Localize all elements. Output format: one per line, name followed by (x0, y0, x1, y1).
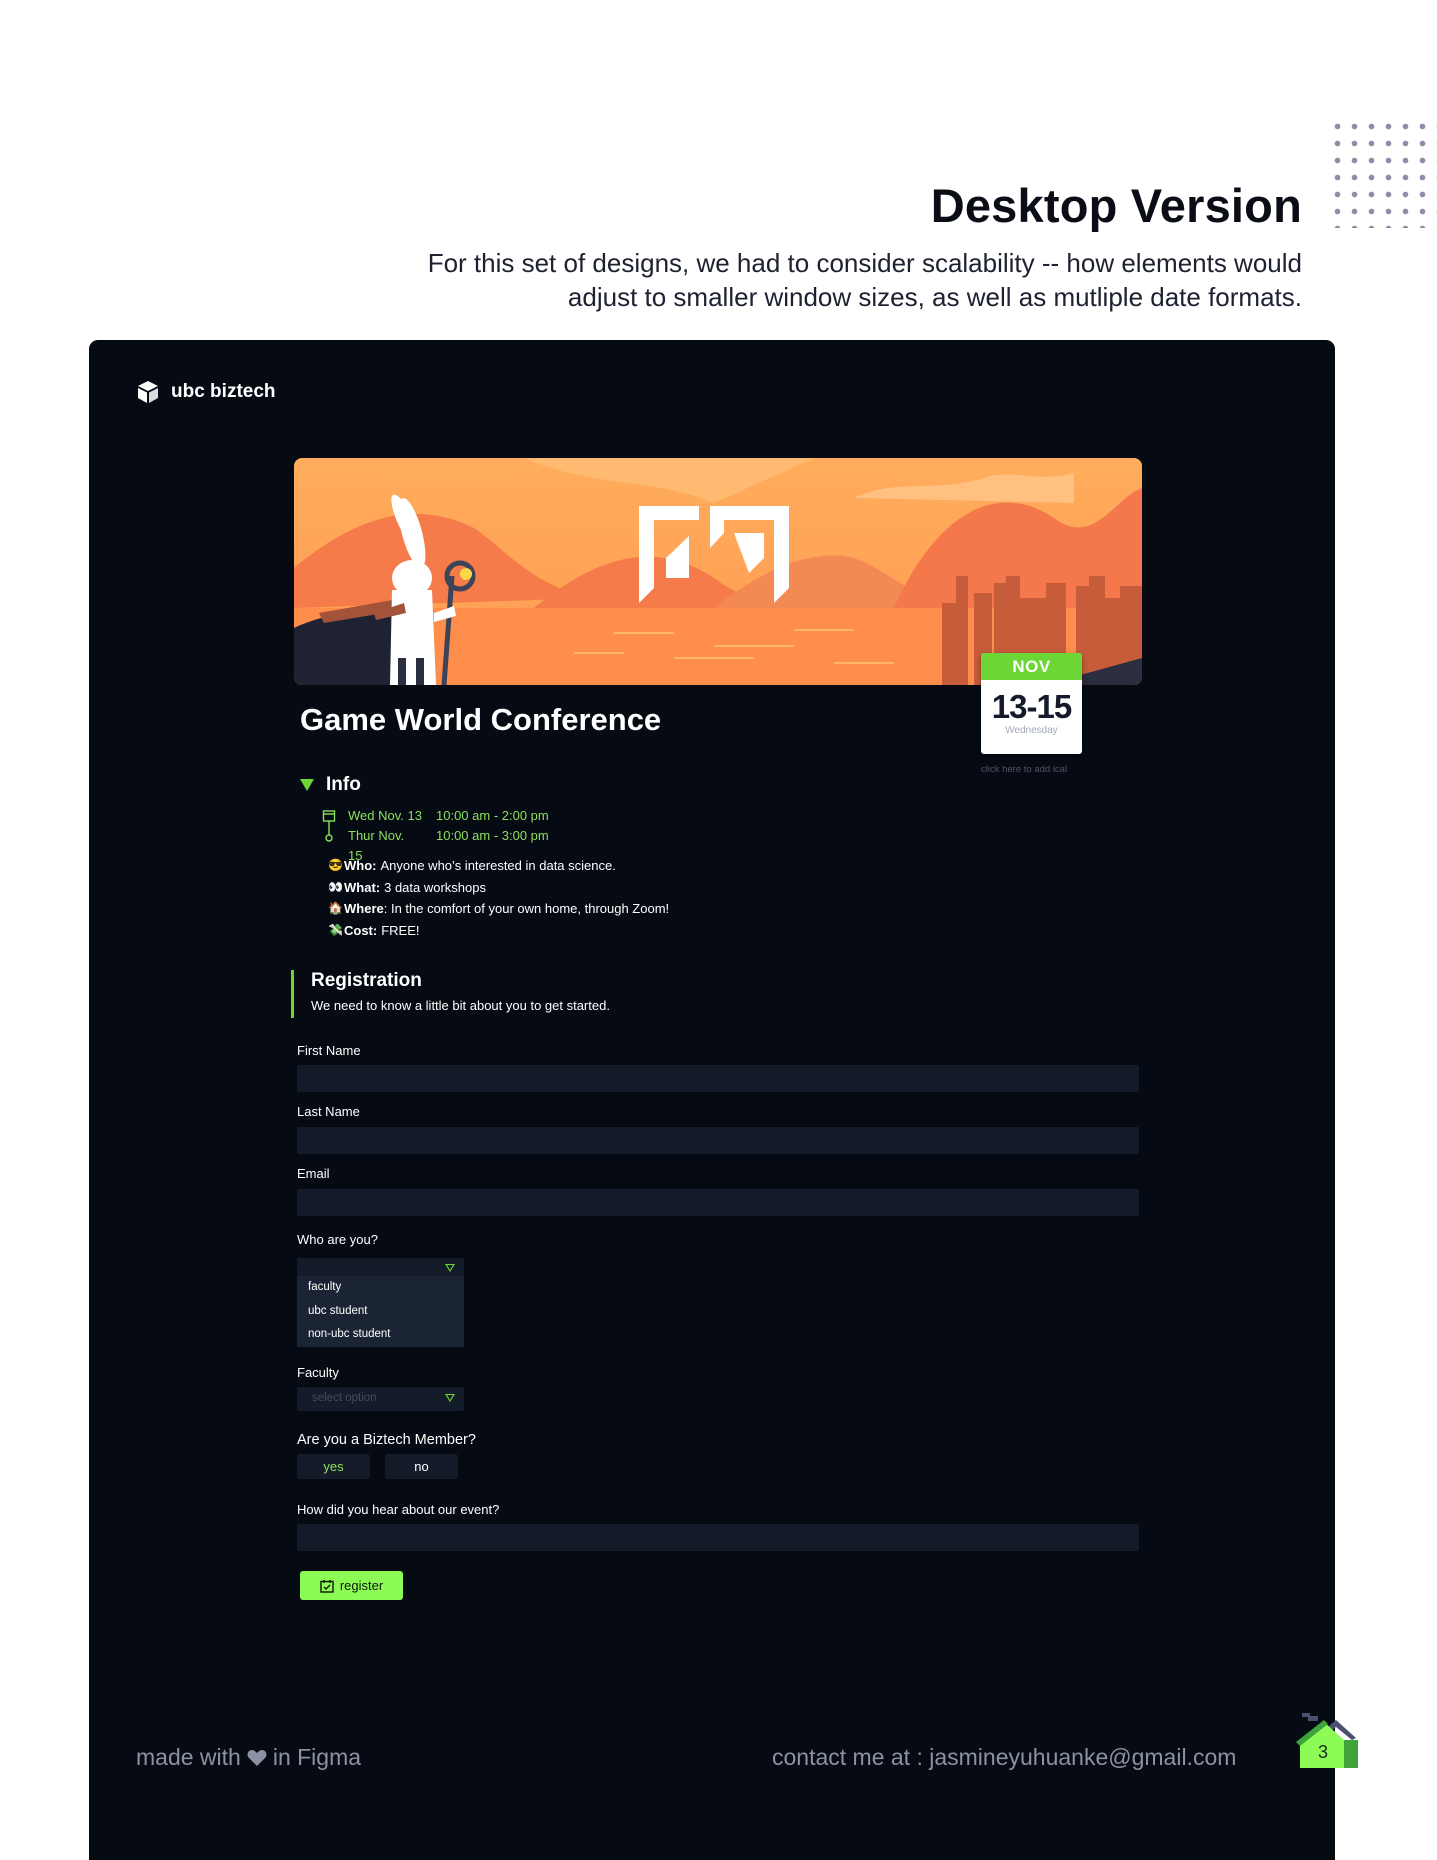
detail-label: Who: (344, 858, 377, 873)
page-number-badge: 3 (1292, 1710, 1362, 1785)
house-emoji-icon: 🏠 (328, 901, 343, 915)
register-label: register (339, 1578, 384, 1593)
heart-icon (247, 1749, 267, 1766)
event-details: 😎 Who: Anyone who’s interested in data s… (328, 855, 669, 941)
detail-label: Cost: (344, 922, 378, 938)
option-ubc-student[interactable]: ubc student (297, 1300, 464, 1324)
schedule-time: 10:00 am - 3:00 pm (436, 828, 549, 843)
hear-about-label: How did you hear about our event? (297, 1502, 500, 1517)
detail-where: 🏠 Where : In the comfort of your own hom… (328, 898, 669, 920)
calendar-timeline-icon (322, 810, 336, 842)
registration-header: Registration We need to know a little bi… (291, 970, 610, 1018)
detail-who: 😎 Who: Anyone who’s interested in data s… (328, 855, 669, 877)
option-faculty[interactable]: faculty (297, 1276, 464, 1300)
event-title: Game World Conference (300, 702, 662, 737)
footer-made-with: made with in Figma (136, 1744, 361, 1771)
eyes-emoji-icon: 👀 (328, 879, 343, 894)
hear-about-input[interactable] (297, 1524, 1139, 1551)
member-question-label: Are you a Biztech Member? (297, 1432, 476, 1448)
schedule-date: Thur Nov. 15 (348, 828, 405, 863)
footer-contact[interactable]: contact me at : jasmineyuhuanke@gmail.co… (772, 1744, 1236, 1771)
email-input[interactable] (297, 1189, 1139, 1216)
register-button[interactable]: register (300, 1571, 403, 1600)
faculty-placeholder: select option (312, 1392, 377, 1404)
member-no-button[interactable]: no (385, 1454, 458, 1479)
money-emoji-icon: 💸 (328, 922, 343, 937)
detail-text: 3 data workshops (384, 879, 487, 895)
page-number: 3 (1318, 1742, 1328, 1762)
last-name-input[interactable] (297, 1127, 1139, 1154)
section-title: Desktop Version (930, 179, 1302, 232)
dot-grid-decoration (1329, 118, 1437, 228)
info-toggle[interactable]: Info (300, 774, 361, 796)
event-schedule: Wed Nov. 13 10:00 am - 2:00 pm Thur Nov.… (322, 806, 549, 863)
made-with-prefix: made with (136, 1744, 241, 1770)
who-are-you-select[interactable] (297, 1258, 464, 1278)
detail-label: Where (344, 901, 384, 916)
member-yes-button[interactable]: yes (297, 1454, 370, 1479)
made-with-suffix: in Figma (272, 1744, 362, 1770)
chevron-down-icon (445, 1394, 455, 1402)
chevron-down-icon (445, 1264, 455, 1272)
cube-logo-icon (138, 381, 158, 403)
house-icon: 3 (1296, 1713, 1358, 1768)
who-are-you-options: faculty ubc student non-ubc student (297, 1276, 464, 1347)
triangle-down-icon (300, 779, 314, 791)
event-date-card[interactable]: NOV 13-15 Wednesday (981, 653, 1082, 754)
desktop-screen: ubc biztech NOV 13-15 Wednesday click he… (89, 340, 1358, 1860)
sunglasses-emoji-icon: 😎 (328, 858, 343, 872)
first-name-input[interactable] (297, 1065, 1139, 1092)
faculty-label: Faculty (297, 1365, 339, 1380)
banner-illustration (294, 458, 1142, 685)
last-name-label: Last Name (297, 1104, 360, 1119)
date-card-month: NOV (981, 653, 1082, 680)
schedule-time: 10:00 am - 2:00 pm (436, 808, 549, 823)
detail-what: 👀 What: 3 data workshops (328, 877, 669, 899)
option-non-ubc-student[interactable]: non-ubc student (297, 1323, 464, 1347)
schedule-row: Wed Nov. 13 10:00 am - 2:00 pm (348, 806, 549, 826)
detail-cost: 💸 Cost: FREE! (328, 920, 669, 942)
event-banner (294, 458, 1142, 685)
section-description: For this set of designs, we had to consi… (427, 248, 1302, 312)
info-heading: Info (326, 774, 361, 795)
date-card-days: 13-15 (991, 688, 1072, 725)
registration-subtitle: We need to know a little bit about you t… (311, 998, 610, 1013)
portfolio-page: Desktop Version For this set of designs,… (0, 0, 1437, 1860)
schedule-row: Thur Nov. 15 10:00 am - 3:00 pm (348, 826, 549, 863)
faculty-select[interactable]: select option (297, 1387, 464, 1411)
detail-text: : In the comfort of your own home, throu… (383, 901, 670, 916)
who-are-you-label: Who are you? (297, 1232, 378, 1247)
email-label: Email (297, 1166, 330, 1181)
detail-text: FREE! (381, 922, 420, 938)
registration-title: Registration (311, 970, 422, 991)
add-ical-link[interactable]: click here to add ical (981, 764, 1067, 775)
schedule-date: Wed Nov. 13 (348, 808, 422, 823)
first-name-label: First Name (297, 1043, 361, 1058)
date-card-weekday: Wednesday (1005, 725, 1058, 736)
app-logo-text: ubc biztech (171, 381, 276, 402)
app-logo[interactable]: ubc biztech (137, 380, 276, 404)
detail-text: Anyone who’s interested in data science. (380, 858, 616, 873)
calendar-check-icon (320, 1579, 334, 1593)
detail-label: What: (344, 879, 381, 895)
